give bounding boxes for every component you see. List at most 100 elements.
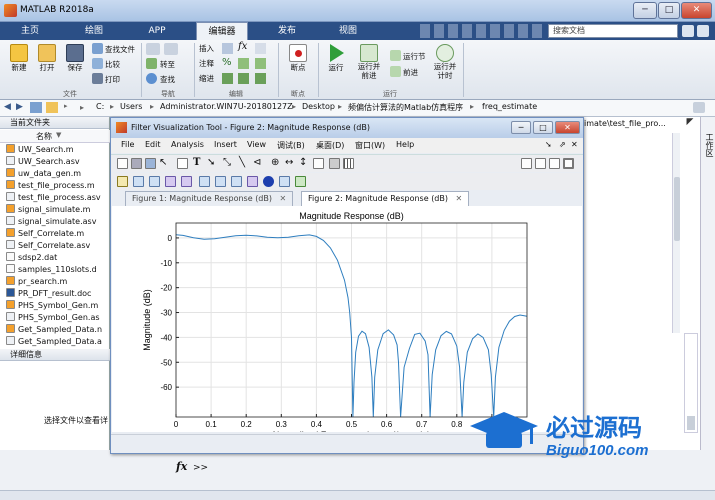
close-button[interactable]: ✕ bbox=[681, 2, 712, 19]
tab-close-icon[interactable]: ✕ bbox=[456, 194, 463, 203]
forward-arrow-icon[interactable]: ▶ bbox=[16, 102, 23, 112]
list-item[interactable]: uw_data_gen.m bbox=[6, 168, 110, 180]
tab-close-icon[interactable]: ✕ bbox=[280, 194, 287, 203]
list-item[interactable]: Self_Correlate.asv bbox=[6, 240, 110, 252]
new-button[interactable]: 新建 bbox=[6, 44, 32, 73]
list-item[interactable]: sdsp2.dat bbox=[6, 252, 110, 264]
list-item[interactable]: Get_Sampled_Data.n bbox=[6, 324, 110, 336]
new-figure-icon[interactable] bbox=[117, 158, 128, 169]
run-section-button[interactable]: 运行节 bbox=[390, 50, 430, 62]
list-item[interactable]: samples_110slots.d bbox=[6, 264, 110, 276]
quick-access-icon[interactable] bbox=[518, 24, 528, 38]
menu-debug[interactable]: 调试(B) bbox=[277, 140, 305, 151]
info-icon[interactable] bbox=[263, 176, 274, 187]
list-item[interactable]: Get_Sampled_Data.a bbox=[6, 336, 110, 348]
quick-access-icon[interactable] bbox=[462, 24, 472, 38]
tab-figure-1[interactable]: Figure 1: Magnitude Response (dB) ✕ bbox=[125, 191, 294, 206]
coefficients-icon[interactable] bbox=[247, 176, 258, 187]
quick-access-icon[interactable] bbox=[420, 24, 430, 38]
fx-button[interactable]: fx bbox=[238, 41, 247, 52]
path-desktop[interactable]: Desktop bbox=[302, 102, 335, 111]
menu-view[interactable]: View bbox=[247, 140, 266, 149]
zoom-y-icon[interactable]: ↕ bbox=[299, 157, 307, 168]
open-button[interactable]: 打开 bbox=[34, 44, 60, 73]
tab-home[interactable]: 主页 bbox=[6, 22, 54, 40]
magnitude-response-icon[interactable] bbox=[117, 176, 128, 187]
search-folder-icon[interactable] bbox=[693, 102, 705, 113]
list-item[interactable]: test_file_process.asv bbox=[6, 192, 110, 204]
mag-phase-icon[interactable] bbox=[149, 176, 160, 187]
layout-2-icon[interactable] bbox=[535, 158, 546, 169]
list-item[interactable]: signal_simulate.asv bbox=[6, 216, 110, 228]
tab-editor[interactable]: 编辑器 bbox=[196, 22, 248, 40]
scrollbar-thumb[interactable] bbox=[674, 177, 680, 241]
impulse-response-icon[interactable] bbox=[199, 176, 210, 187]
back-arrow-icon[interactable]: ◀ bbox=[4, 102, 11, 112]
menu-desktop[interactable]: 桌面(D) bbox=[316, 140, 344, 151]
zoom-x-icon[interactable]: ↔ bbox=[285, 157, 293, 168]
insert-button[interactable]: 插入 bbox=[199, 43, 214, 54]
search-input[interactable]: 搜索文档 bbox=[548, 24, 678, 38]
print-button[interactable]: 打印 bbox=[92, 73, 132, 85]
rectangle-icon[interactable] bbox=[177, 158, 188, 169]
path-project[interactable]: 频偏估计算法的Matlab仿真程序 bbox=[348, 102, 463, 113]
quick-access-icon[interactable] bbox=[448, 24, 458, 38]
menu-arrow-icon[interactable]: ➘ bbox=[545, 140, 552, 149]
browse-folder-icon[interactable] bbox=[46, 102, 58, 113]
tab-publish[interactable]: 发布 bbox=[262, 22, 312, 40]
grid-icon[interactable] bbox=[343, 158, 354, 169]
command-prompt[interactable]: >> bbox=[193, 463, 208, 473]
breakpoints-button[interactable]: 断点 bbox=[284, 44, 312, 73]
find-button[interactable]: 查找 bbox=[146, 73, 190, 85]
menu-edit[interactable]: Edit bbox=[145, 140, 161, 149]
back-icon[interactable] bbox=[146, 43, 160, 55]
print-icon[interactable] bbox=[131, 158, 142, 169]
dock-icon[interactable]: ◤ bbox=[682, 117, 698, 131]
user-icon[interactable] bbox=[697, 25, 709, 37]
list-item[interactable]: UW_Search.m bbox=[6, 144, 110, 156]
phase-delay-icon[interactable] bbox=[181, 176, 192, 187]
forward-icon[interactable] bbox=[164, 43, 178, 55]
tab-plots[interactable]: 绘图 bbox=[70, 22, 118, 40]
path-users[interactable]: Users bbox=[120, 102, 142, 111]
tab-figure-2[interactable]: Figure 2: Magnitude Response (dB) ✕ bbox=[301, 191, 470, 206]
goto-button[interactable]: 转至 bbox=[146, 58, 190, 70]
up-folder-icon[interactable] bbox=[30, 102, 42, 113]
quick-access-icon[interactable] bbox=[434, 24, 444, 38]
find-files-button[interactable]: 查找文件 bbox=[92, 43, 140, 55]
menu-file[interactable]: File bbox=[121, 140, 134, 149]
group-delay-icon[interactable] bbox=[165, 176, 176, 187]
full-view-icon[interactable] bbox=[313, 158, 324, 169]
uncomment-icon[interactable] bbox=[255, 58, 266, 69]
phase-response-icon[interactable] bbox=[133, 176, 144, 187]
list-item[interactable]: PR_DFT_result.doc bbox=[6, 288, 110, 300]
run-advance-button[interactable]: 运行并 前进 bbox=[352, 44, 386, 80]
list-item[interactable]: Self_Correlate.m bbox=[6, 228, 110, 240]
workspace-side-tab[interactable]: 工作区 bbox=[700, 117, 715, 450]
fx-icon[interactable]: fx bbox=[176, 460, 187, 473]
menu-insert[interactable]: Insert bbox=[214, 140, 237, 149]
quick-access-icon[interactable] bbox=[490, 24, 500, 38]
menu-close-icon[interactable]: ✕ bbox=[571, 140, 578, 149]
layout-1-icon[interactable] bbox=[521, 158, 532, 169]
indent-button[interactable]: 缩进 bbox=[199, 73, 214, 84]
zoom-in-icon[interactable]: ⊕ bbox=[271, 157, 279, 168]
menu-window[interactable]: 窗口(W) bbox=[355, 140, 385, 151]
step-response-icon[interactable] bbox=[215, 176, 226, 187]
path-folder[interactable]: freq_estimate bbox=[482, 102, 537, 111]
advance-button[interactable]: 前进 bbox=[390, 66, 430, 78]
notification-icon[interactable] bbox=[682, 25, 694, 37]
menu-analysis[interactable]: Analysis bbox=[171, 140, 204, 149]
list-item[interactable]: PHS_Symbol_Gen.as bbox=[6, 312, 110, 324]
run-button[interactable]: 运行 bbox=[322, 44, 350, 73]
fvtool-close-button[interactable]: ✕ bbox=[555, 121, 580, 134]
list-item[interactable]: test_file_process.m bbox=[6, 180, 110, 192]
undock-icon[interactable]: ⇗ bbox=[559, 140, 566, 149]
arrow-tool-icon[interactable]: ➘ bbox=[207, 157, 215, 168]
quantization-icon[interactable] bbox=[295, 176, 306, 187]
smart-indent-icon[interactable] bbox=[222, 73, 233, 84]
double-arrow-icon[interactable]: ⤡ bbox=[223, 157, 231, 168]
list-item[interactable]: PHS_Symbol_Gen.m bbox=[6, 300, 110, 312]
compare-button[interactable]: 比较 bbox=[92, 58, 132, 70]
legend-icon[interactable] bbox=[329, 158, 340, 169]
